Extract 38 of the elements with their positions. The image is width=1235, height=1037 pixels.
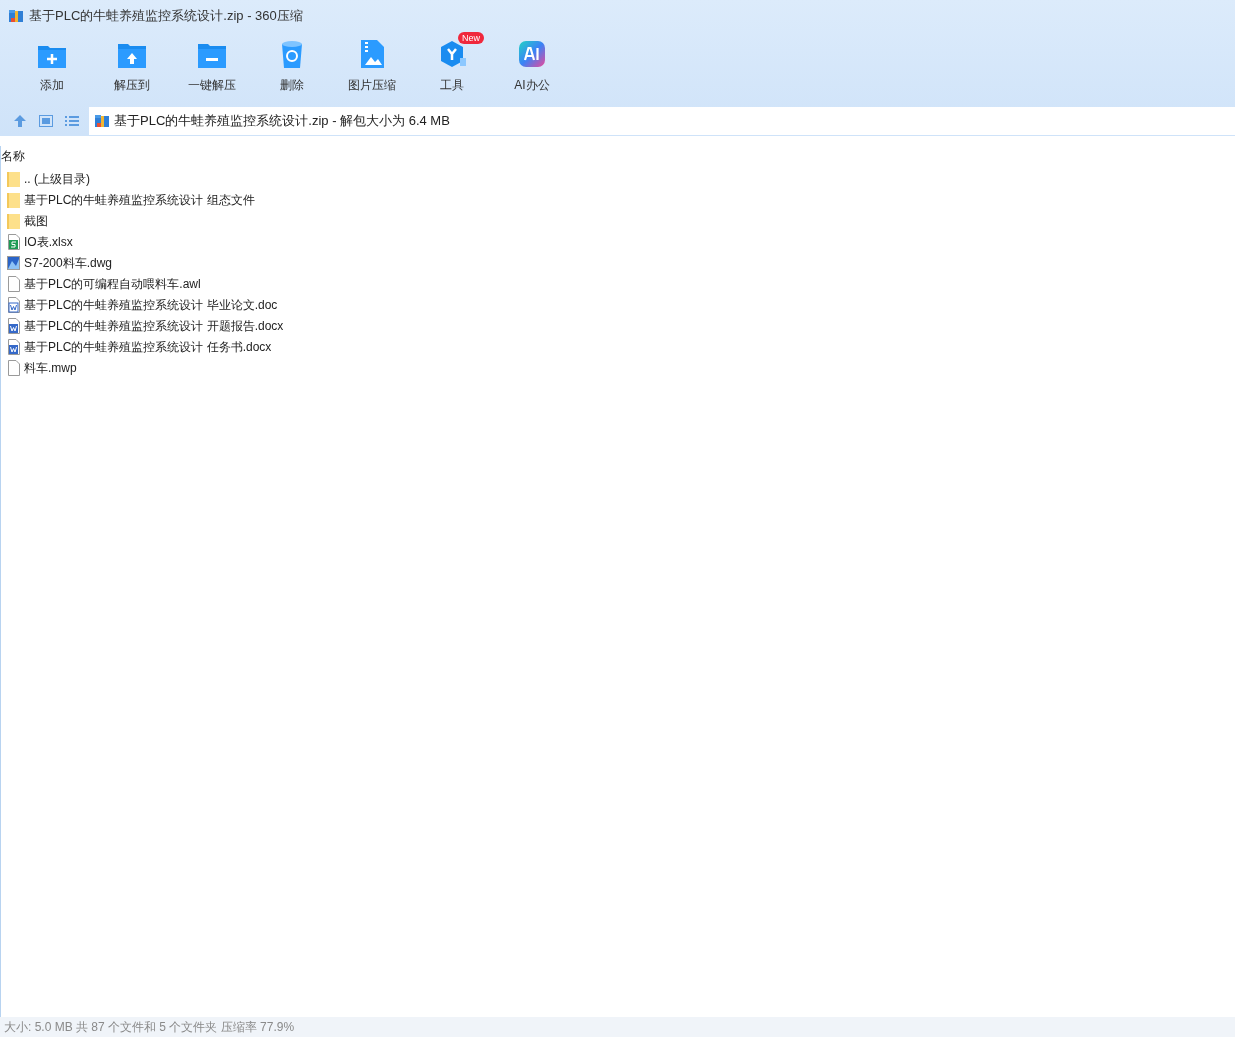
toolbar-button[interactable]: 一键解压 <box>172 32 252 98</box>
file-row[interactable]: S7-200料车.dwg <box>1 252 117 273</box>
file-row[interactable]: IO表.xlsx <box>1 231 77 252</box>
thumbnail-view-icon[interactable] <box>38 113 54 129</box>
folder-icon <box>6 212 22 229</box>
word-document-icon <box>6 296 22 313</box>
new-badge: New <box>458 32 484 44</box>
toolbar-button[interactable]: 图片压缩 <box>332 32 412 98</box>
word-document-icon <box>6 317 22 334</box>
ai-badge-icon <box>516 38 548 70</box>
word-document-icon <box>6 338 22 355</box>
file-row[interactable]: 料车.mwp <box>1 357 81 378</box>
list-view-icon[interactable] <box>64 113 80 129</box>
window-title: 基于PLC的牛蛙养殖监控系统设计.zip - 360压缩 <box>29 7 303 26</box>
address-field[interactable]: 基于PLC的牛蛙养殖监控系统设计.zip - 解包大小为 6.4 MB <box>89 107 1235 135</box>
spreadsheet-icon <box>6 233 22 250</box>
file-icon <box>6 359 22 376</box>
file-row[interactable]: 基于PLC的可编程自动喂料车.awl <box>1 273 205 294</box>
toolbar-button[interactable]: New 工具 <box>412 32 492 98</box>
file-row[interactable]: 基于PLC的牛蛙养殖监控系统设计 组态文件 <box>1 189 259 210</box>
file-row[interactable]: 基于PLC的牛蛙养殖监控系统设计 开题报告.docx <box>1 315 288 336</box>
file-row[interactable]: 基于PLC的牛蛙养殖监控系统设计 任务书.docx <box>1 336 276 357</box>
file-row[interactable]: 基于PLC的牛蛙养殖监控系统设计 毕业论文.doc <box>1 294 282 315</box>
file-row[interactable]: .. (上级目录) <box>1 168 94 189</box>
file-icon <box>6 275 22 292</box>
blueprint-image-icon <box>6 254 22 271</box>
folder-icon <box>6 191 22 208</box>
column-header[interactable]: 名称 <box>1 147 25 165</box>
archive-icon <box>94 113 110 129</box>
archive-icon <box>8 8 24 24</box>
toolbar-button[interactable]: 解压到 <box>92 32 172 98</box>
status-text: 大小: 5.0 MB 共 87 个文件和 5 个文件夹 压缩率 77.9% <box>4 1019 295 1036</box>
toolbar-button[interactable]: 删除 <box>252 32 332 98</box>
up-arrow-icon[interactable] <box>12 113 28 129</box>
toolbar-button[interactable]: 添加 <box>12 32 92 98</box>
toolbar-button[interactable]: AI办公 <box>492 32 572 98</box>
folder-icon <box>6 170 22 187</box>
file-row[interactable]: 截图 <box>1 210 52 231</box>
